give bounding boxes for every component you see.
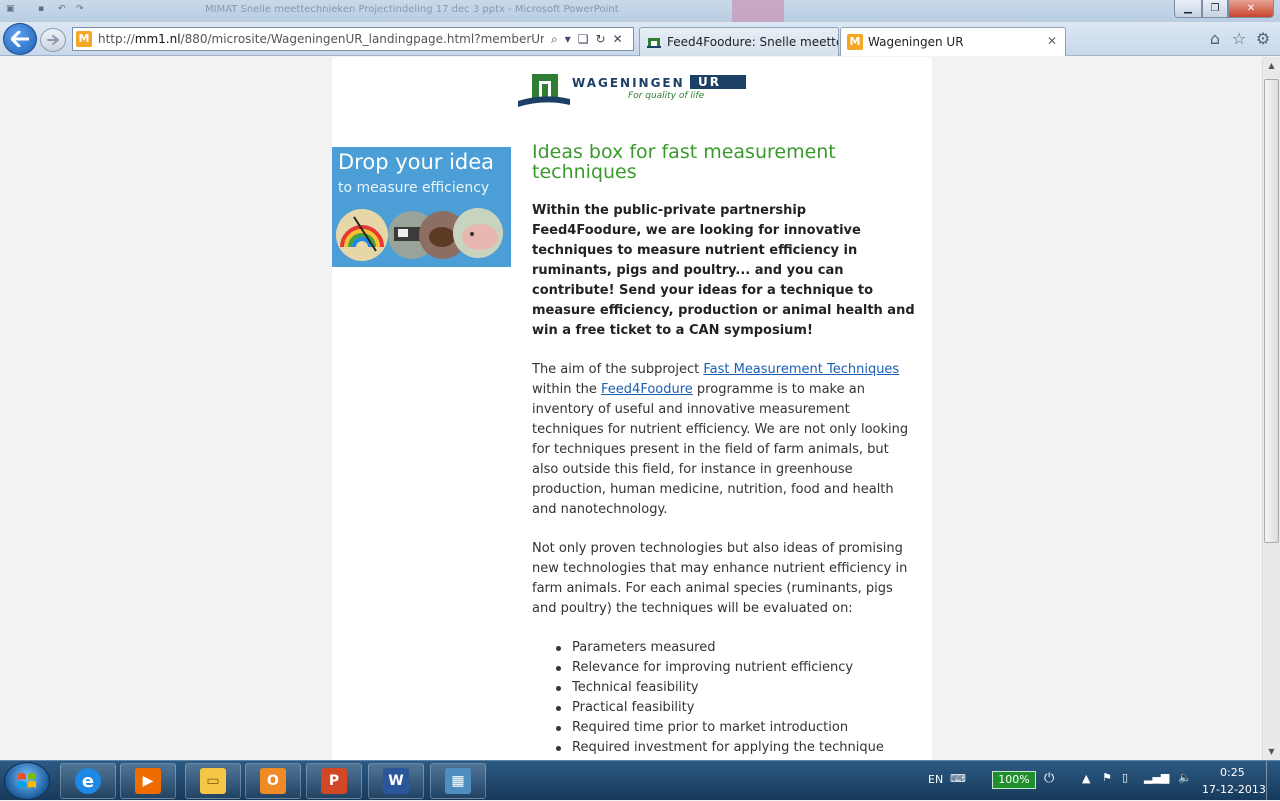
media-player-taskbar-button[interactable]: ▶ bbox=[120, 763, 176, 799]
network-signal-icon[interactable]: ▂▄▆ bbox=[1144, 771, 1169, 784]
powerpoint-icon: P bbox=[321, 768, 347, 794]
main-content: Ideas box for fast measurement technique… bbox=[532, 142, 917, 758]
list-item: Practical feasibility bbox=[554, 698, 917, 718]
evaluation-paragraph: Not only proven technologies but also id… bbox=[532, 541, 908, 616]
windows-logo-icon bbox=[18, 773, 36, 788]
address-path: /880/microsite/WageningenUR_landingpage.… bbox=[180, 32, 544, 46]
banner-photos-image bbox=[336, 208, 503, 261]
address-scheme: http:// bbox=[98, 32, 135, 46]
search-icon[interactable]: ⌕ bbox=[551, 32, 558, 47]
address-text[interactable]: http://mm1.nl/880/microsite/WageningenUR… bbox=[98, 32, 544, 46]
outlook-taskbar-button[interactable]: O bbox=[245, 763, 301, 799]
tab-wageningen-ur[interactable]: M Wageningen UR ✕ bbox=[840, 27, 1066, 56]
save-icon[interactable]: ▪ bbox=[38, 4, 50, 16]
show-hidden-icons-icon[interactable]: ▲ bbox=[1082, 772, 1090, 785]
media-player-icon: ▶ bbox=[135, 768, 161, 794]
back-arrow-icon bbox=[11, 31, 29, 47]
list-item: Required time prior to market introducti… bbox=[554, 718, 917, 738]
list-item: Relevance for improving nutrient efficie… bbox=[554, 658, 917, 678]
aim-paragraph: The aim of the subproject Fast Measureme… bbox=[532, 360, 917, 520]
tab-feed4foodure[interactable]: Feed4Foodure: Snelle meettec... bbox=[639, 27, 839, 56]
power-plug-icon[interactable]: ⏻ bbox=[1044, 771, 1054, 786]
keyboard-icon[interactable]: ⌨ bbox=[950, 772, 966, 785]
folder-icon: ▭ bbox=[200, 768, 226, 794]
page-viewport: WAGENINGEN UR For quality of life Drop y… bbox=[0, 57, 1262, 760]
volume-icon[interactable]: 🔈 bbox=[1178, 771, 1192, 784]
start-button[interactable] bbox=[4, 762, 50, 800]
word-taskbar-button[interactable]: W bbox=[368, 763, 424, 799]
forward-button[interactable] bbox=[40, 28, 66, 52]
clock-date[interactable]: 17-12-2013 bbox=[1202, 783, 1266, 796]
address-bar[interactable]: M http://mm1.nl/880/microsite/Wageningen… bbox=[72, 27, 634, 51]
banner-subtitle: to measure efficiency bbox=[338, 180, 490, 196]
refresh-icon[interactable]: ↻ bbox=[596, 32, 606, 46]
outlook-icon: O bbox=[260, 768, 286, 794]
aim-text-end: programme is to make an inventory of use… bbox=[532, 382, 909, 517]
powerpoint-taskbar-button[interactable]: P bbox=[306, 763, 362, 799]
site-favicon-icon: M bbox=[76, 31, 92, 47]
logo-name: WAGENINGEN bbox=[572, 76, 685, 90]
close-window-button[interactable]: ✕ bbox=[1228, 0, 1274, 18]
show-desktop-button[interactable] bbox=[1266, 761, 1280, 801]
battery-indicator[interactable]: 100% bbox=[992, 771, 1036, 789]
drop-your-idea-banner[interactable]: Drop your idea to measure efficiency bbox=[332, 147, 511, 267]
intro-paragraph: Within the public-private partnership Fe… bbox=[532, 203, 915, 338]
scroll-thumb[interactable] bbox=[1264, 79, 1279, 543]
tab-label: Wageningen UR bbox=[868, 35, 964, 49]
vertical-scrollbar[interactable]: ▲ ▼ bbox=[1262, 57, 1280, 760]
feed4foodure-link[interactable]: Feed4Foodure bbox=[601, 382, 693, 397]
logo-suffix: UR bbox=[698, 75, 721, 89]
browser-navigation-bar: M http://mm1.nl/880/microsite/Wageningen… bbox=[0, 22, 1280, 56]
landing-page: WAGENINGEN UR For quality of life Drop y… bbox=[332, 57, 932, 760]
minimize-button[interactable]: ▁ bbox=[1174, 0, 1202, 18]
word-icon: W bbox=[383, 768, 409, 794]
compatibility-view-icon[interactable]: ❏ bbox=[578, 32, 589, 46]
action-center-flag-icon[interactable]: ⚑ bbox=[1102, 771, 1112, 784]
aim-text-start: The aim of the subproject bbox=[532, 362, 704, 377]
mm1-tab-icon: M bbox=[847, 34, 863, 50]
favorites-star-icon[interactable]: ☆ bbox=[1229, 29, 1249, 49]
clock-time[interactable]: 0:25 bbox=[1220, 766, 1245, 779]
logo-tagline: For quality of life bbox=[628, 91, 705, 101]
home-icon[interactable]: ⌂ bbox=[1205, 29, 1225, 49]
system-tray: EN ⌨ 100% ⏻ ▲ ⚑ ▯ ▂▄▆ 🔈 0:25 17-12-2013 bbox=[920, 761, 1280, 801]
internet-explorer-taskbar-button[interactable]: e bbox=[60, 763, 116, 799]
dropdown-icon[interactable]: ▾ bbox=[565, 32, 571, 46]
wageningen-ur-logo[interactable]: WAGENINGEN UR For quality of life bbox=[518, 71, 746, 111]
back-button[interactable] bbox=[3, 23, 37, 55]
window-title: MIMAT Snelle meettechnieken Projectindel… bbox=[205, 4, 619, 15]
scroll-down-icon[interactable]: ▼ bbox=[1263, 743, 1280, 760]
forward-arrow-icon bbox=[47, 35, 59, 45]
list-item: Technical feasibility bbox=[554, 678, 917, 698]
fast-measurement-techniques-link[interactable]: Fast Measurement Techniques bbox=[703, 362, 899, 377]
maximize-button[interactable]: ❐ bbox=[1202, 0, 1228, 18]
photo-viewer-taskbar-button[interactable]: ▦ bbox=[430, 763, 486, 799]
close-tab-icon[interactable]: ✕ bbox=[1047, 34, 1057, 48]
language-indicator[interactable]: EN bbox=[928, 773, 943, 786]
window-title-bar: ▣ ▪ ↶ ↷ MIMAT Snelle meettechnieken Proj… bbox=[0, 0, 1280, 22]
page-heading: Ideas box for fast measurement technique… bbox=[532, 141, 836, 183]
scroll-up-icon[interactable]: ▲ bbox=[1263, 57, 1280, 74]
redo-icon[interactable]: ↷ bbox=[76, 4, 88, 16]
stop-icon[interactable]: ✕ bbox=[613, 32, 623, 46]
evaluation-criteria-list: Parameters measured Relevance for improv… bbox=[554, 638, 917, 758]
aim-text-middle: within the bbox=[532, 382, 602, 397]
app-icon[interactable]: ▣ bbox=[6, 4, 18, 16]
windows-taskbar: e ▶ ▭ O P W ▦ EN ⌨ 100% ⏻ ▲ ⚑ ▯ ▂▄▆ 🔈 0:… bbox=[0, 760, 1280, 801]
tab-label: Feed4Foodure: Snelle meettec... bbox=[667, 35, 838, 49]
list-item: Required investment for applying the tec… bbox=[554, 738, 917, 758]
safely-remove-icon[interactable]: ▯ bbox=[1122, 771, 1128, 784]
banner-title: Drop your idea bbox=[338, 150, 495, 174]
internet-explorer-icon: e bbox=[75, 768, 101, 794]
list-item: Parameters measured bbox=[554, 638, 917, 658]
explorer-taskbar-button[interactable]: ▭ bbox=[185, 763, 241, 799]
undo-icon[interactable]: ↶ bbox=[58, 4, 70, 16]
photo-icon: ▦ bbox=[445, 768, 471, 794]
address-host: mm1.nl bbox=[134, 32, 181, 46]
feed4foodure-tab-icon bbox=[646, 34, 662, 50]
settings-gear-icon[interactable]: ⚙ bbox=[1253, 29, 1273, 49]
ribbon-context-tab bbox=[732, 0, 784, 22]
